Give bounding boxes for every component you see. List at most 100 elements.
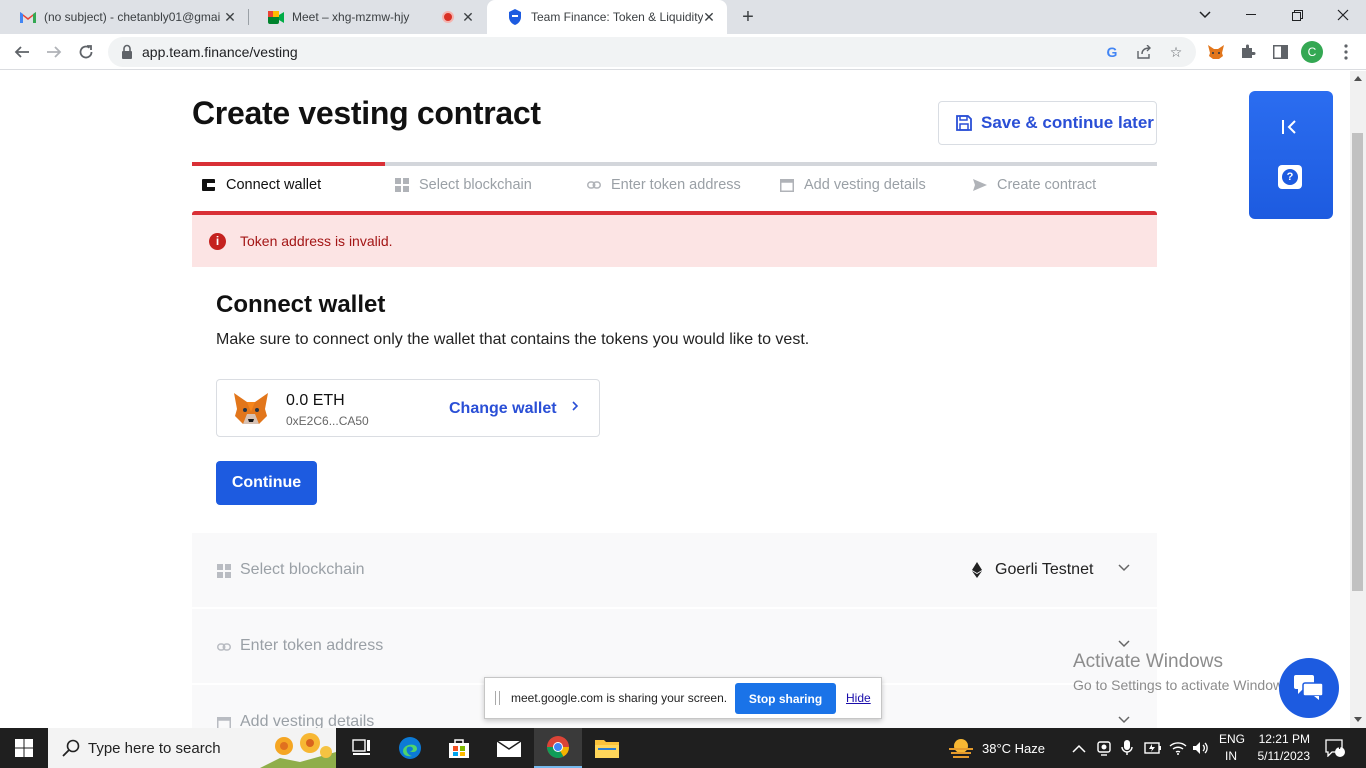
tab-search-icon[interactable] (1182, 0, 1228, 30)
connect-wallet-card: Connect wallet Make sure to connect only… (192, 267, 1157, 529)
grid-icon (395, 178, 409, 192)
meet-tray-icon[interactable] (1097, 728, 1111, 768)
section-select-blockchain[interactable]: Select blockchain Goerli Testnet (192, 533, 1157, 607)
notification-icon (1325, 739, 1345, 757)
clock-date: 5/11/2023 (1257, 749, 1311, 763)
show-hidden-icons-button[interactable] (1072, 728, 1086, 768)
chevron-down-icon[interactable] (1118, 561, 1130, 575)
share-icon[interactable] (1134, 42, 1154, 62)
step-add-vesting-details[interactable]: Add vesting details (780, 177, 926, 193)
battery-tray-icon[interactable] (1144, 728, 1162, 768)
input-language-indicator[interactable]: ENG IN (1219, 731, 1246, 765)
step-enter-token-address[interactable]: Enter token address (587, 177, 741, 193)
back-button[interactable] (8, 38, 36, 66)
clock-time: 12:21 PM (1258, 732, 1310, 746)
error-alert: i Token address is invalid. (192, 211, 1157, 267)
card-description: Make sure to connect only the wallet tha… (216, 331, 810, 348)
section-title: Enter token address (240, 637, 384, 654)
wallet-icon (202, 179, 215, 191)
grid-icon (217, 564, 231, 578)
camera-tray-icon (1097, 741, 1111, 756)
task-view-button[interactable] (338, 728, 386, 768)
gmail-icon (20, 9, 36, 25)
file-explorer-taskbar-app[interactable] (583, 728, 631, 768)
tab-gmail[interactable]: (no subject) - chetanbly01@gmail ✕ (0, 0, 248, 34)
language-code: ENG (1219, 732, 1246, 746)
card-title: Connect wallet (216, 291, 386, 318)
reload-button[interactable] (72, 38, 100, 66)
browser-tabstrip: (no subject) - chetanbly01@gmail ✕ Meet … (0, 0, 1366, 34)
profile-avatar[interactable]: C (1301, 41, 1323, 63)
activate-windows-watermark: Activate Windows Go to Settings to activ… (1073, 651, 1294, 693)
link-icon (217, 643, 231, 651)
close-window-button[interactable] (1320, 0, 1366, 30)
step-label: Create contract (997, 177, 1097, 193)
scroll-up-arrow[interactable] (1354, 76, 1362, 81)
forward-button[interactable] (40, 38, 68, 66)
step-select-blockchain[interactable]: Select blockchain (395, 177, 532, 193)
url-text: app.team.finance/vesting (142, 44, 298, 60)
minimize-button[interactable] (1228, 0, 1274, 30)
close-tab-icon[interactable]: ✕ (460, 9, 476, 25)
tab-team-finance[interactable]: Team Finance: Token & Liquidity ✕ (487, 0, 727, 34)
edge-icon (399, 737, 421, 759)
mail-icon (497, 740, 521, 757)
chat-support-button[interactable] (1279, 658, 1339, 718)
save-continue-later-button[interactable]: Save & continue later (938, 101, 1157, 145)
change-wallet-button[interactable]: Change wallet (449, 400, 557, 418)
selected-network[interactable]: Goerli Testnet (972, 561, 1093, 579)
page-scrollbar[interactable] (1350, 71, 1366, 728)
restore-button[interactable] (1274, 0, 1320, 30)
menu-kebab-icon[interactable] (1334, 40, 1358, 64)
chevron-down-icon[interactable] (1118, 637, 1130, 651)
error-info-icon: i (209, 232, 226, 250)
chat-icon (1294, 675, 1324, 700)
tab-meet[interactable]: Meet – xhg-mzmw-hjy ✕ (248, 0, 486, 34)
step-label: Enter token address (611, 177, 741, 193)
chevron-down-icon[interactable] (1118, 713, 1130, 727)
volume-tray-icon[interactable] (1192, 728, 1210, 768)
haze-weather-icon (949, 739, 973, 758)
stop-sharing-button[interactable]: Stop sharing (735, 683, 836, 714)
side-panel-icon[interactable] (1268, 40, 1292, 64)
notification-center-button[interactable]: 4 (1325, 728, 1345, 768)
step-connect-wallet[interactable]: Connect wallet (202, 177, 321, 193)
tab-title: (no subject) - chetanbly01@gmail (44, 10, 220, 24)
metamask-extension-icon[interactable] (1204, 40, 1228, 64)
edge-taskbar-app[interactable] (386, 728, 434, 768)
scrollbar-thumb[interactable] (1352, 133, 1363, 591)
activate-windows-subtitle: Go to Settings to activate Windows. (1073, 677, 1294, 693)
windows-start-button[interactable] (0, 728, 48, 768)
network-tray-icon[interactable] (1169, 728, 1187, 768)
taskbar-search-box[interactable]: Type here to search (48, 728, 336, 768)
hide-link[interactable]: Hide (846, 691, 871, 705)
question-icon: ? (1282, 169, 1298, 185)
close-tab-icon[interactable]: ✕ (701, 9, 717, 25)
wifi-icon (1169, 742, 1187, 755)
metamask-fox-icon (234, 393, 268, 424)
section-enter-token-address[interactable]: Enter token address (192, 609, 1157, 683)
help-button[interactable]: ? (1278, 165, 1302, 189)
store-taskbar-app[interactable] (435, 728, 483, 768)
new-tab-button[interactable]: + (736, 5, 760, 29)
mail-taskbar-app[interactable] (485, 728, 533, 768)
drag-handle[interactable] (495, 691, 500, 705)
weather-widget[interactable]: 38°C Haze (948, 728, 1045, 768)
calendar-icon (217, 717, 231, 728)
extensions-puzzle-icon[interactable] (1236, 40, 1260, 64)
chrome-taskbar-app[interactable] (534, 728, 582, 768)
scroll-down-arrow[interactable] (1354, 717, 1362, 722)
close-tab-icon[interactable]: ✕ (222, 9, 238, 25)
bookmark-star-icon[interactable]: ☆ (1166, 42, 1186, 62)
wallet-box: 0.0 ETH 0xE2C6...CA50 Change wallet (216, 379, 600, 437)
chevron-right-icon[interactable] (571, 399, 579, 415)
microphone-tray-icon[interactable] (1121, 728, 1133, 768)
continue-button[interactable]: Continue (216, 461, 317, 505)
collapse-panel-icon[interactable] (1281, 119, 1299, 140)
step-create-contract[interactable]: Create contract (973, 177, 1096, 193)
lock-icon[interactable] (120, 44, 134, 60)
taskbar-clock[interactable]: 12:21 PM 5/11/2023 (1254, 731, 1311, 765)
address-bar[interactable]: app.team.finance/vesting G ☆ (108, 37, 1196, 67)
google-lens-icon[interactable]: G (1102, 42, 1122, 62)
notification-count: 4 (1336, 741, 1342, 751)
